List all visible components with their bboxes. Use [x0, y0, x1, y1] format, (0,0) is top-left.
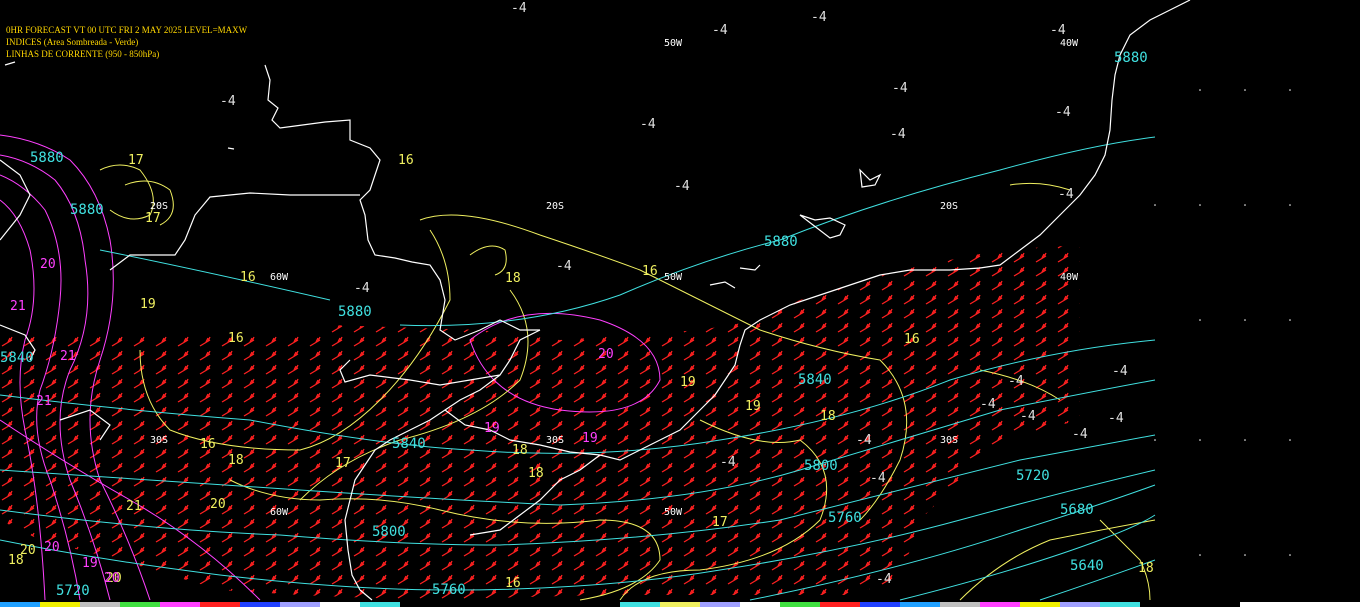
geopotential-label: 5840: [798, 372, 832, 388]
index-label: -4: [1058, 187, 1074, 202]
lon-label: 60W: [270, 272, 289, 283]
geopotential-label: 5760: [432, 582, 466, 598]
lat-label: 30S: [940, 435, 959, 446]
geopotential-label: 5880: [764, 234, 798, 250]
geopotential-label: 5720: [1016, 468, 1050, 484]
temperature-label: 18: [528, 466, 544, 481]
geopotential-label: 5880: [70, 202, 104, 218]
lat-label: 20S: [940, 201, 959, 212]
temperature-label: 19: [680, 375, 696, 390]
temperature-label: 20: [210, 497, 226, 512]
grid-dots: [1154, 89, 1291, 556]
index-label: -4: [674, 179, 690, 194]
temperature-label: 16: [505, 576, 521, 591]
index-value-label: 19: [484, 421, 500, 436]
temperature-label: 18: [512, 443, 528, 458]
geopotential-label: 5680: [1060, 502, 1094, 518]
map-header: 0HR FORECAST VT 00 UTC FRI 2 MAY 2025 LE…: [6, 24, 247, 60]
temperature-label: 21: [126, 499, 142, 514]
temperature-label: 17: [335, 456, 351, 471]
index-value-label: 21: [36, 394, 52, 409]
index-label: -4: [640, 117, 656, 132]
index-label: -4: [511, 1, 527, 16]
temperature-label: 18: [8, 553, 24, 568]
header-line-1: 0HR FORECAST VT 00 UTC FRI 2 MAY 2025 LE…: [6, 25, 248, 35]
index-value-label: 19: [82, 556, 98, 571]
lon-label: 50W: [664, 272, 683, 283]
temperature-label: 19: [745, 399, 761, 414]
temperature-label: 18: [228, 453, 244, 468]
index-label: -4: [354, 281, 370, 296]
geopotential-label: 5840: [0, 350, 34, 366]
temperature-label: 16: [200, 437, 216, 452]
index-value-label: 20: [40, 257, 56, 272]
temperature-label: 16: [240, 270, 256, 285]
lat-label: 20S: [546, 201, 565, 212]
lat-label: 30S: [546, 435, 565, 446]
geopotential-label: 5720: [56, 583, 90, 599]
index-value-label: 20: [598, 347, 614, 362]
index-label: -4: [892, 81, 908, 96]
temperature-label: 16: [904, 332, 920, 347]
wind-barbs-area: [0, 245, 1080, 600]
temperature-label: 18: [820, 409, 836, 424]
temperature-label: 19: [140, 297, 156, 312]
lon-label: 60W: [270, 507, 289, 518]
temperature-label: 16: [398, 153, 414, 168]
color-scale-bar: [0, 602, 1360, 607]
index-label: -4: [1108, 411, 1124, 426]
geopotential-label: 5880: [338, 304, 372, 320]
temperature-label: 18: [1138, 561, 1154, 576]
geopotential-label: 5800: [372, 524, 406, 540]
index-label: -4: [1112, 364, 1128, 379]
index-value-label: 20: [44, 540, 60, 555]
index-label: -4: [712, 23, 728, 38]
index-label: -4: [556, 259, 572, 274]
lon-label: 40W: [1060, 38, 1079, 49]
geopotential-label: 5840: [392, 436, 426, 452]
index-label: -4: [876, 572, 892, 587]
temperature-label: 17: [145, 211, 161, 226]
index-label: -4: [1008, 374, 1024, 389]
index-label: -4: [220, 94, 236, 109]
temperature-label: 16: [228, 331, 244, 346]
index-label: -4: [980, 397, 996, 412]
index-label: -4: [1055, 105, 1071, 120]
index-label: -4: [1072, 427, 1088, 442]
lat-label: 30S: [150, 435, 169, 446]
temperature-label: 16: [642, 264, 658, 279]
index-label: -4: [1020, 409, 1036, 424]
geopotential-label: 5760: [828, 510, 862, 526]
index-value-label: 20: [104, 571, 120, 586]
temperature-label: 18: [505, 271, 521, 286]
geopotential-label: 5800: [804, 458, 838, 474]
temperature-label: 17: [128, 153, 144, 168]
temperature-label: 17: [712, 515, 728, 530]
lon-label: 40W: [1060, 272, 1079, 283]
index-value-label: 21: [10, 299, 26, 314]
index-label: -4: [890, 127, 906, 142]
index-label: -4: [870, 471, 886, 486]
index-label: -4: [720, 455, 736, 470]
index-value-label: 21: [60, 349, 76, 364]
geopotential-label: 5880: [1114, 50, 1148, 66]
lon-label: 50W: [664, 38, 683, 49]
geopotential-label: 5640: [1070, 558, 1104, 574]
index-value-label: 19: [582, 431, 598, 446]
index-label: -4: [1050, 23, 1066, 38]
header-line-2: INDICES (Area Sombreada - Verde): [6, 37, 139, 47]
index-label: -4: [856, 433, 872, 448]
geopotential-label: 5880: [30, 150, 64, 166]
header-line-3: LINHAS DE CORRENTE (950 - 850hPa): [6, 49, 160, 59]
index-label: -4: [811, 10, 827, 25]
lon-label: 50W: [664, 507, 683, 518]
